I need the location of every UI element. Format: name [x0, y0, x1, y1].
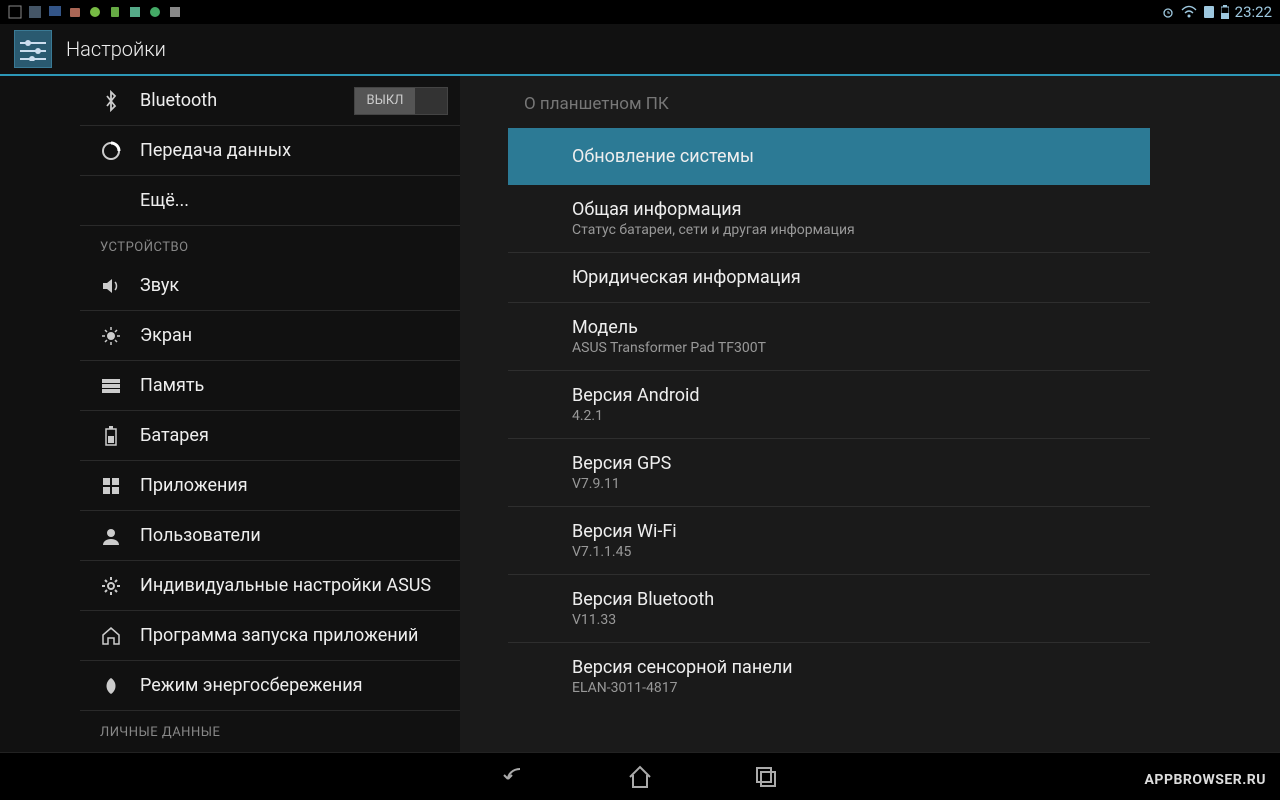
- battery-icon: [100, 425, 122, 447]
- app-title: Настройки: [66, 37, 166, 61]
- main-item-subtitle: ELAN-3011-4817: [572, 680, 1126, 696]
- main-item-subtitle: V7.9.11: [572, 476, 1126, 492]
- sidebar-item-label: Bluetooth: [140, 90, 336, 111]
- notif-icon-7: [128, 5, 142, 19]
- notif-icon-5: [88, 5, 102, 19]
- sidebar-item-launcher[interactable]: Программа запуска приложений: [80, 611, 460, 661]
- sidebar-item-data-usage[interactable]: Передача данных: [80, 126, 460, 176]
- main-item-title: Версия Android: [572, 385, 1126, 406]
- status-bar: 23:22: [0, 0, 1280, 24]
- battery-icon: [1221, 5, 1229, 19]
- main-item-subtitle: V11.33: [572, 612, 1126, 628]
- sidebar-item-sound[interactable]: Звук: [80, 261, 460, 311]
- bluetooth-icon: [100, 90, 122, 112]
- main-item-subtitle: ASUS Transformer Pad TF300T: [572, 340, 1126, 356]
- main-item-status[interactable]: Общая информация Статус батареи, сети и …: [508, 185, 1150, 253]
- watermark: APPBROWSER.RU: [1145, 772, 1266, 788]
- content-area: Bluetooth ВЫКЛ Передача данных Ещё... УС…: [0, 76, 1280, 752]
- notif-icon-8: [148, 5, 162, 19]
- notif-icon-1: [8, 5, 22, 19]
- main-item-touch-version[interactable]: Версия сенсорной панели ELAN-3011-4817: [508, 643, 1150, 710]
- sidebar-item-battery[interactable]: Батарея: [80, 411, 460, 461]
- wifi-icon: [1181, 5, 1197, 19]
- notif-icon-6: [108, 5, 122, 19]
- sidebar-item-asus-settings[interactable]: Индивидуальные настройки ASUS: [80, 561, 460, 611]
- sidebar-item-label: Приложения: [140, 475, 448, 496]
- main-item-title: Версия GPS: [572, 453, 1126, 474]
- recent-button[interactable]: [748, 759, 784, 795]
- main-panel: О планшетном ПК Обновление системы Общая…: [460, 76, 1280, 752]
- sidebar-item-label: Программа запуска приложений: [140, 625, 448, 646]
- toggle-off-label: ВЫКЛ: [355, 88, 415, 114]
- users-icon: [100, 525, 122, 547]
- sidebar-item-label: Индивидуальные настройки ASUS: [140, 575, 448, 596]
- sidebar-item-label: Память: [140, 375, 448, 396]
- notif-icon-9: [168, 5, 182, 19]
- sidebar-item-apps[interactable]: Приложения: [80, 461, 460, 511]
- app-header: Настройки: [0, 24, 1280, 76]
- status-right: 23:22: [1161, 3, 1272, 21]
- notif-icon-2: [28, 5, 42, 19]
- display-icon: [100, 325, 122, 347]
- section-device: УСТРОЙСТВО: [80, 226, 460, 261]
- main-item-android-version[interactable]: Версия Android 4.2.1: [508, 371, 1150, 439]
- sidebar-item-label: Режим энергосбережения: [140, 675, 448, 696]
- home-button[interactable]: [622, 759, 658, 795]
- blank-icon: [100, 190, 122, 212]
- main-item-title: Модель: [572, 317, 1126, 338]
- sidebar-item-label: Ещё...: [140, 190, 448, 211]
- notif-icon-3: [48, 5, 62, 19]
- sidebar-item-label: Передача данных: [140, 140, 448, 161]
- sidebar-item-label: Звук: [140, 275, 448, 296]
- main-item-system-update[interactable]: Обновление системы: [508, 128, 1150, 185]
- sidebar-item-label: Экран: [140, 325, 448, 346]
- sidebar-item-more[interactable]: Ещё...: [80, 176, 460, 226]
- section-personal: ЛИЧНЫЕ ДАННЫЕ: [80, 711, 460, 746]
- sidebar-item-label: Пользователи: [140, 525, 448, 546]
- main-item-title: Версия сенсорной панели: [572, 657, 1126, 678]
- sidebar-item-display[interactable]: Экран: [80, 311, 460, 361]
- main-item-title: Версия Bluetooth: [572, 589, 1126, 610]
- main-item-legal[interactable]: Юридическая информация: [508, 253, 1150, 303]
- sidebar-item-bluetooth[interactable]: Bluetooth ВЫКЛ: [80, 76, 460, 126]
- sidebar-item-label: Батарея: [140, 425, 448, 446]
- main-item-model[interactable]: Модель ASUS Transformer Pad TF300T: [508, 303, 1150, 371]
- sound-icon: [100, 275, 122, 297]
- main-header: О планшетном ПК: [460, 76, 1150, 128]
- main-item-title: Обновление системы: [572, 146, 1126, 167]
- storage-icon: [100, 375, 122, 397]
- navigation-bar: [0, 752, 1280, 800]
- notif-icon-4: [68, 5, 82, 19]
- sidebar-item-power-saving[interactable]: Режим энергосбережения: [80, 661, 460, 711]
- bluetooth-toggle[interactable]: ВЫКЛ: [354, 87, 448, 115]
- gear-icon: [100, 575, 122, 597]
- main-item-title: Общая информация: [572, 199, 1126, 220]
- sidebar-item-storage[interactable]: Память: [80, 361, 460, 411]
- main-item-title: Юридическая информация: [572, 267, 1126, 288]
- alarm-icon: [1161, 5, 1175, 19]
- data-usage-icon: [100, 140, 122, 162]
- main-item-subtitle: V7.1.1.45: [572, 544, 1126, 560]
- sd-icon: [1203, 5, 1215, 19]
- leaf-icon: [100, 675, 122, 697]
- main-item-wifi-version[interactable]: Версия Wi-Fi V7.1.1.45: [508, 507, 1150, 575]
- main-item-title: Версия Wi-Fi: [572, 521, 1126, 542]
- main-item-subtitle: 4.2.1: [572, 408, 1126, 424]
- apps-icon: [100, 475, 122, 497]
- main-item-gps-version[interactable]: Версия GPS V7.9.11: [508, 439, 1150, 507]
- back-button[interactable]: [496, 759, 532, 795]
- main-item-bt-version[interactable]: Версия Bluetooth V11.33: [508, 575, 1150, 643]
- status-left: [8, 5, 182, 19]
- settings-app-icon: [14, 30, 52, 68]
- settings-sidebar: Bluetooth ВЫКЛ Передача данных Ещё... УС…: [0, 76, 460, 752]
- sidebar-item-users[interactable]: Пользователи: [80, 511, 460, 561]
- status-time: 23:22: [1235, 3, 1272, 21]
- main-item-subtitle: Статус батареи, сети и другая информация: [572, 222, 1126, 238]
- home-icon: [100, 625, 122, 647]
